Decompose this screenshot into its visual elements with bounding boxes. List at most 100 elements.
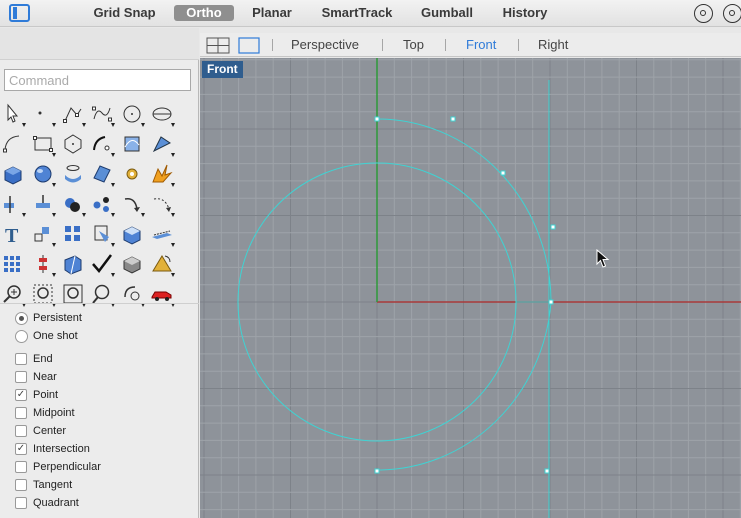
control-point: [374, 116, 380, 122]
gumball-button[interactable]: Gumball: [415, 5, 479, 21]
osnap-point-option[interactable]: ✓ Point: [15, 387, 58, 403]
surface-icon[interactable]: [89, 161, 116, 187]
tab-right[interactable]: Right: [538, 37, 568, 53]
osnap-tangent-option[interactable]: Tangent: [15, 477, 72, 493]
near-checkbox[interactable]: [15, 371, 27, 383]
osnap-quadrant-option[interactable]: Quadrant: [15, 495, 79, 511]
osnap-one-shot-option[interactable]: One shot: [15, 328, 78, 344]
trim-icon[interactable]: [30, 191, 56, 217]
left-panel: T Persistent One shot End Near ✓ Point Midpo…: [0, 28, 199, 518]
rectangle-icon[interactable]: [30, 131, 56, 157]
lights-icon[interactable]: [149, 251, 175, 277]
persistent-radio[interactable]: [15, 311, 28, 325]
tab-separator: [445, 39, 446, 51]
boolean-icon[interactable]: [60, 191, 86, 217]
svg-text:T: T: [5, 225, 19, 247]
osnap-near-option[interactable]: Near: [15, 369, 57, 385]
near-label: Near: [33, 371, 57, 383]
extrude-icon[interactable]: [119, 221, 145, 247]
fillet-icon[interactable]: [149, 131, 175, 157]
one-shot-radio[interactable]: [15, 329, 28, 343]
check-icon[interactable]: [89, 251, 116, 277]
control-point: [500, 170, 506, 176]
curve-edit-icon[interactable]: [119, 131, 145, 157]
planar-button[interactable]: Planar: [246, 5, 298, 21]
control-point: [374, 468, 380, 474]
quadrant-label: Quadrant: [33, 497, 79, 509]
select-arrow-icon[interactable]: [0, 101, 26, 127]
tab-front[interactable]: Front: [466, 37, 496, 53]
tangent-checkbox[interactable]: [15, 479, 27, 491]
viewport-tabs: Perspective Top Front Right: [200, 33, 741, 57]
control-point: [548, 299, 554, 305]
end-checkbox[interactable]: [15, 353, 27, 365]
render-icon[interactable]: [119, 251, 145, 277]
rotate-icon[interactable]: [119, 191, 146, 217]
intersection-checkbox[interactable]: ✓: [15, 443, 27, 455]
front-viewport[interactable]: Front: [200, 58, 741, 518]
sidebar-toggle-icon[interactable]: [9, 4, 30, 22]
viewport-background: [200, 58, 741, 518]
arc-icon[interactable]: [0, 131, 26, 157]
polyline-icon[interactable]: [60, 101, 86, 127]
dimension-icon[interactable]: [89, 221, 116, 247]
tab-separator: [382, 39, 383, 51]
point-label: Point: [33, 389, 59, 401]
target-icon[interactable]: [694, 4, 713, 23]
osnap-center-option[interactable]: Center: [15, 423, 66, 439]
viewport-canvas[interactable]: [200, 58, 741, 518]
quadrant-checkbox[interactable]: [15, 497, 27, 509]
ellipse-icon[interactable]: [149, 101, 175, 127]
osnap-intersection-option[interactable]: ✓ Intersection: [15, 441, 90, 457]
control-point: [550, 224, 556, 230]
command-input[interactable]: [4, 69, 191, 91]
smarttrack-button[interactable]: SmartTrack: [315, 5, 399, 21]
tab-top[interactable]: Top: [403, 37, 424, 53]
circle-icon[interactable]: [119, 101, 146, 127]
group-icon[interactable]: [89, 191, 116, 217]
center-label: Center: [33, 425, 67, 437]
osnap-end-option[interactable]: End: [15, 351, 53, 367]
osnap-persistent-option[interactable]: Persistent: [15, 310, 82, 326]
osnap-perpendicular-option[interactable]: Perpendicular: [15, 459, 101, 475]
single-view-layout-icon[interactable]: [238, 37, 260, 54]
end-label: End: [33, 353, 53, 365]
text-icon[interactable]: T: [0, 221, 26, 247]
gumball-icon[interactable]: [30, 251, 56, 277]
rebuild-icon[interactable]: [149, 191, 175, 217]
box-solid-icon[interactable]: [0, 161, 26, 187]
control-point: [450, 116, 456, 122]
grid-array-icon[interactable]: [0, 251, 26, 277]
history-button[interactable]: History: [496, 5, 554, 21]
array-icon[interactable]: [60, 221, 86, 247]
tab-perspective[interactable]: Perspective: [291, 37, 359, 53]
ortho-button[interactable]: Ortho: [174, 5, 234, 21]
perpendicular-checkbox[interactable]: [15, 461, 27, 473]
explode-icon[interactable]: [149, 161, 175, 187]
midpoint-checkbox[interactable]: [15, 407, 27, 419]
scale-icon[interactable]: [30, 221, 56, 247]
one-shot-label: One shot: [33, 330, 78, 342]
freeform-curve-icon[interactable]: [89, 131, 116, 157]
split-icon[interactable]: [0, 191, 26, 217]
perpendicular-label: Perpendicular: [33, 461, 101, 473]
osnap-midpoint-option[interactable]: Midpoint: [15, 405, 75, 421]
grid-snap-button[interactable]: Grid Snap: [88, 5, 161, 21]
sphere-icon[interactable]: [30, 161, 56, 187]
center-checkbox[interactable]: [15, 425, 27, 437]
viewport-label[interactable]: Front: [202, 61, 243, 78]
gear-tools-icon[interactable]: [119, 161, 145, 187]
point-icon[interactable]: [30, 101, 56, 127]
rhino-window: Grid Snap Ortho Planar SmartTrack Gumbal…: [0, 0, 741, 518]
shade-icon[interactable]: [60, 251, 86, 277]
four-view-layout-icon[interactable]: [206, 37, 230, 54]
surface-patch-icon[interactable]: [60, 161, 86, 187]
curve-icon[interactable]: [89, 101, 116, 127]
point-checkbox[interactable]: ✓: [15, 389, 27, 401]
project-icon[interactable]: [149, 221, 175, 247]
persistent-label: Persistent: [33, 312, 82, 324]
osnap-icon[interactable]: [723, 4, 741, 23]
midpoint-label: Midpoint: [33, 407, 75, 419]
polygon-icon[interactable]: [60, 131, 86, 157]
intersection-label: Intersection: [33, 443, 90, 455]
